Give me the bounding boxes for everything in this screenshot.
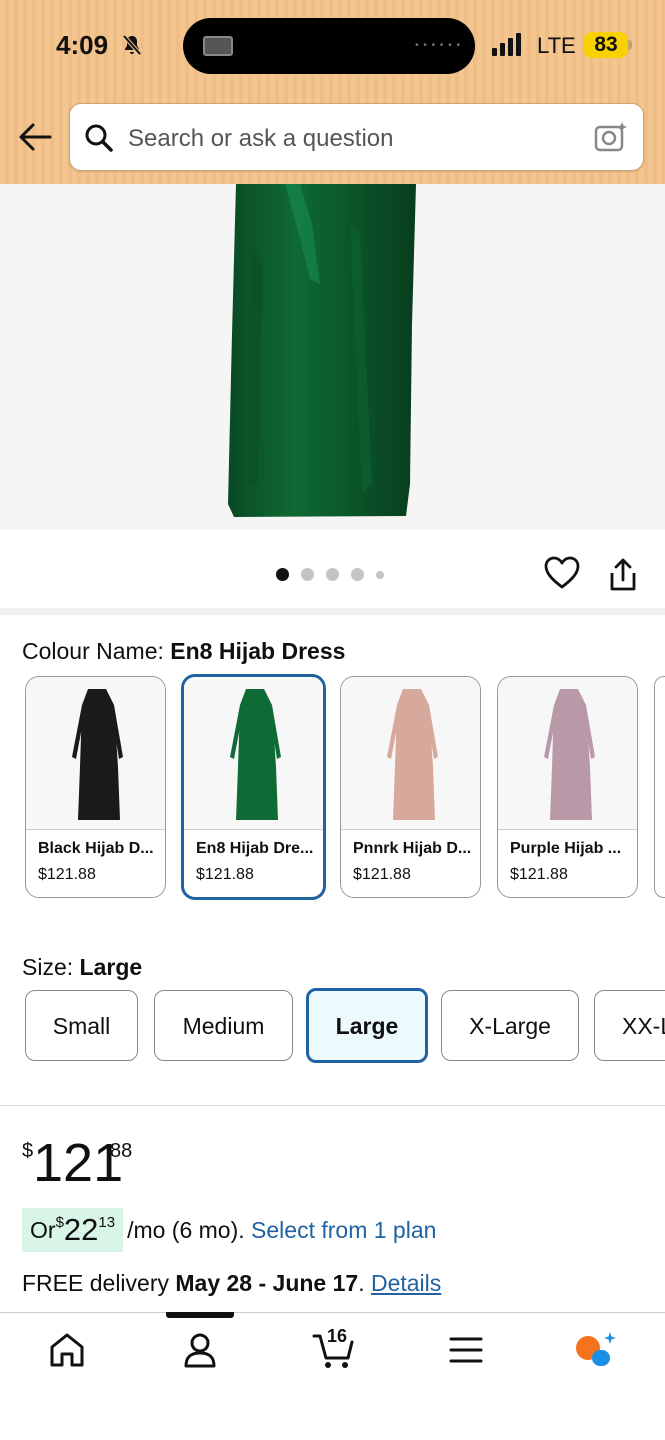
battery-icon: 83 <box>584 32 628 58</box>
account-icon[interactable] <box>180 1330 220 1370</box>
active-tab-indicator <box>166 1312 234 1318</box>
size-option-medium[interactable]: Medium <box>154 990 293 1061</box>
size-option-x-large[interactable]: X-Large <box>441 990 579 1061</box>
colour-value: En8 Hijab Dress <box>170 638 346 664</box>
size-option-xx-large[interactable]: XX-L <box>594 990 665 1061</box>
delivery-dates: May 28 - June 17 <box>175 1270 359 1296</box>
search-placeholder: Search or ask a question <box>128 125 394 152</box>
size-option-large[interactable]: Large <box>306 988 428 1063</box>
section-divider <box>0 1105 665 1106</box>
section-divider <box>0 608 665 615</box>
dynamic-island: • • • • • • <box>183 18 475 74</box>
colour-swatch-purple[interactable]: Purple Hijab ... $121.88 <box>497 676 638 898</box>
page-dot[interactable] <box>326 568 339 581</box>
swatch-price: $121.88 <box>353 866 411 883</box>
media-thumbnail <box>203 36 233 56</box>
camera-search-icon[interactable] <box>593 120 629 154</box>
monthly-price-chip: Or $ 22 13 <box>22 1208 124 1252</box>
colour-label-text: Colour Name: <box>22 638 171 664</box>
status-bar: 4:09 • • • • • • LTE 83 <box>0 18 665 74</box>
page-dot[interactable] <box>376 570 384 579</box>
swatch-price: $121.88 <box>38 866 96 883</box>
audio-dots-icon: • • • • • • <box>415 40 461 51</box>
swatch-image <box>498 677 637 829</box>
swatch-info: Purple Hijab ... $121.88 <box>498 829 637 897</box>
swatch-name: Black Hijab D... <box>38 840 154 857</box>
home-icon[interactable] <box>47 1330 87 1370</box>
swatch-image <box>26 677 165 829</box>
share-icon[interactable] <box>608 558 638 592</box>
product-image[interactable] <box>0 184 665 530</box>
swatch-info: Pnnrk Hijab D... $121.88 <box>341 829 480 897</box>
colour-name-label: Colour Name: En8 Hijab Dress <box>22 638 345 665</box>
colour-swatch-en8[interactable]: En8 Hijab Dre... $121.88 <box>181 674 326 900</box>
search-input[interactable]: Search or ask a question <box>69 103 644 171</box>
swatch-info: Black Hijab D... $121.88 <box>26 829 165 897</box>
dress-thumbnail <box>387 689 438 820</box>
monthly-whole: 22 <box>63 1212 99 1247</box>
monthly-symbol: $ <box>55 1213 64 1231</box>
cellular-signal-icon <box>492 32 521 56</box>
swatch-name: Pnnrk Hijab D... <box>353 840 472 857</box>
battery-level: 83 <box>594 33 618 56</box>
cart-count-badge: 16 <box>327 1326 348 1346</box>
page-dot[interactable] <box>351 568 364 581</box>
swatch-image <box>341 677 480 829</box>
size-value: Large <box>79 954 143 980</box>
swatch-image <box>184 677 323 829</box>
back-arrow-icon[interactable] <box>18 122 52 152</box>
delivery-separator: . <box>358 1270 371 1296</box>
rufus-assistant-icon[interactable] <box>574 1330 618 1370</box>
swatch-info: En8 Hijab Dre... $121.88 <box>184 829 323 897</box>
size-label: Size: Large <box>22 954 142 981</box>
colour-swatch-more[interactable] <box>654 676 665 898</box>
price-symbol: $ <box>22 1140 34 1162</box>
swatch-price: $121.88 <box>196 866 254 883</box>
image-pagination[interactable] <box>276 568 384 581</box>
monthly-suffix: /mo (6 mo). <box>127 1216 252 1243</box>
battery-tip <box>628 40 632 50</box>
colour-swatch-pnnrk[interactable]: Pnnrk Hijab D... $121.88 <box>340 676 481 898</box>
menu-icon[interactable] <box>446 1330 486 1370</box>
dress-thumbnail <box>72 689 123 820</box>
status-time: 4:09 <box>56 30 109 60</box>
silent-bell-icon <box>122 34 142 56</box>
price-fraction: 88 <box>110 1140 133 1162</box>
search-icon <box>85 124 113 152</box>
delivery-details-link[interactable]: Details <box>371 1270 441 1296</box>
dress-thumbnail <box>544 689 595 820</box>
monthly-prefix: Or <box>30 1216 56 1243</box>
delivery-info: FREE delivery May 28 - June 17. Details <box>22 1270 441 1297</box>
colour-swatch-black[interactable]: Black Hijab D... $121.88 <box>25 676 166 898</box>
swatch-price: $121.88 <box>510 866 568 883</box>
size-label-text: Size: <box>22 954 80 980</box>
size-option-small[interactable]: Small <box>25 990 138 1061</box>
select-plan-link[interactable]: Select from 1 plan <box>251 1217 436 1244</box>
dress-thumbnail <box>230 689 281 820</box>
header: 4:09 • • • • • • LTE 83 Search or ask a … <box>0 0 665 184</box>
swatch-name: En8 Hijab Dre... <box>196 840 314 857</box>
swatch-name: Purple Hijab ... <box>510 840 622 857</box>
monthly-fraction: 13 <box>98 1213 116 1231</box>
monthly-payment: Or $ 22 13 /mo (6 mo). Select from 1 pla… <box>22 1208 436 1252</box>
heart-icon[interactable] <box>544 556 580 590</box>
dress-image <box>228 184 416 517</box>
network-type: LTE <box>537 33 576 58</box>
page-dot[interactable] <box>276 568 289 581</box>
page-dot[interactable] <box>301 568 314 581</box>
delivery-prefix: FREE delivery <box>22 1270 176 1296</box>
